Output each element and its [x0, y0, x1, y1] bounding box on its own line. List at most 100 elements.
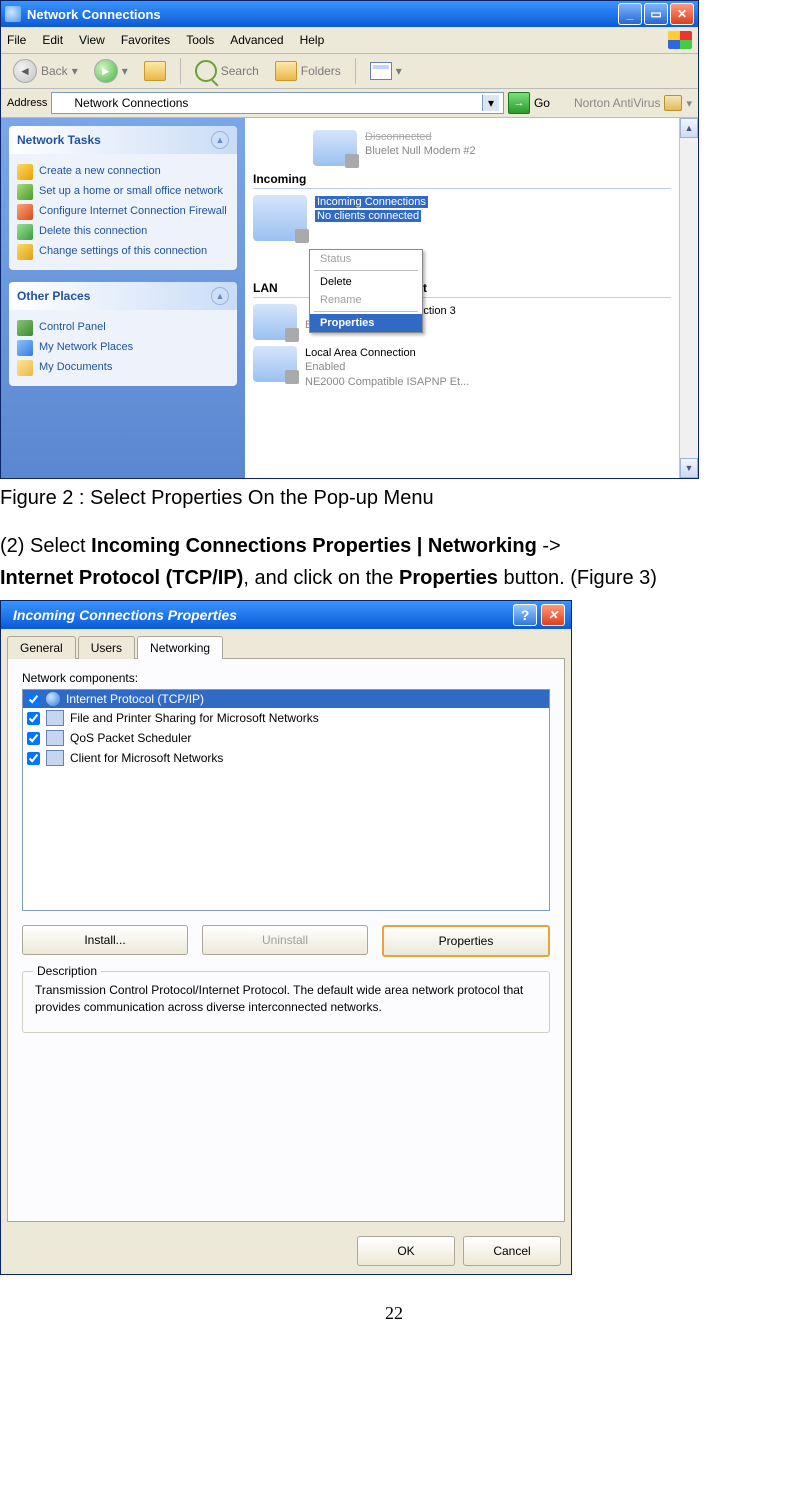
menu-edit[interactable]: Edit	[42, 33, 63, 47]
connection-item-modem[interactable]: Disconnected Bluelet Null Modem #2	[313, 130, 671, 166]
close-button[interactable]: ✕	[541, 604, 565, 626]
button-label: Cancel	[493, 1244, 530, 1258]
my-documents-icon	[17, 360, 33, 376]
maximize-button[interactable]: ▭	[644, 3, 668, 25]
instruction-text: (2) Select Incoming Connections Properti…	[0, 530, 788, 594]
scroll-up-button[interactable]: ▲	[680, 118, 698, 138]
menu-view[interactable]: View	[79, 33, 105, 47]
folders-button[interactable]: Folders	[269, 58, 347, 84]
help-button[interactable]: ?	[513, 604, 537, 626]
install-button[interactable]: Install...	[22, 925, 188, 955]
panel-header-other-places[interactable]: Other Places ▲	[9, 282, 237, 310]
scroll-down-button[interactable]: ▼	[680, 458, 698, 478]
group-header-incoming: Incoming	[253, 172, 671, 189]
norton-icon[interactable]	[664, 95, 682, 111]
place-label: My Documents	[39, 360, 112, 374]
component-qos[interactable]: QoS Packet Scheduler	[23, 728, 549, 748]
menu-file[interactable]: File	[7, 33, 26, 47]
connection-name: Incoming Connections	[315, 196, 428, 208]
back-button[interactable]: ◄Back ▾	[7, 56, 84, 86]
component-client-ms[interactable]: Client for Microsoft Networks	[23, 748, 549, 768]
vertical-scrollbar[interactable]: ▲ ▼	[679, 118, 698, 478]
search-button[interactable]: Search	[189, 57, 265, 85]
content-area[interactable]: Disconnected Bluelet Null Modem #2 Incom…	[245, 118, 679, 478]
place-my-network-places[interactable]: My Network Places	[17, 340, 229, 356]
lan-icon	[253, 346, 297, 382]
properties-dialog: Incoming Connections Properties ? ✕ Gene…	[0, 600, 572, 1275]
lan-icon	[253, 304, 297, 340]
button-label: Uninstall	[262, 933, 308, 947]
component-checkbox[interactable]	[27, 712, 40, 725]
task-label: Change settings of this connection	[39, 244, 207, 258]
search-label: Search	[221, 64, 259, 78]
group-lan-prefix: LAN	[253, 281, 278, 295]
component-label: QoS Packet Scheduler	[70, 731, 191, 745]
context-menu-properties[interactable]: Properties	[310, 314, 422, 332]
component-checkbox[interactable]	[27, 732, 40, 745]
task-change-settings[interactable]: Change settings of this connection	[17, 244, 229, 260]
network-client-icon	[46, 750, 64, 766]
norton-dropdown-icon[interactable]: ▾	[686, 97, 692, 110]
menu-tools[interactable]: Tools	[186, 33, 214, 47]
components-listbox[interactable]: Internet Protocol (TCP/IP) File and Prin…	[22, 689, 550, 911]
tab-users[interactable]: Users	[78, 636, 135, 659]
ok-button[interactable]: OK	[357, 1236, 455, 1266]
component-file-print[interactable]: File and Printer Sharing for Microsoft N…	[23, 708, 549, 728]
task-create-connection[interactable]: Create a new connection	[17, 164, 229, 180]
go-button[interactable]: →	[508, 92, 530, 114]
app-icon	[5, 6, 21, 22]
forward-button[interactable]: ► ▾	[88, 56, 134, 86]
globe-icon	[46, 692, 60, 706]
component-tcpip[interactable]: Internet Protocol (TCP/IP)	[23, 690, 549, 708]
task-home-network[interactable]: Set up a home or small office network	[17, 184, 229, 200]
text: , and click on the	[243, 567, 399, 589]
up-button[interactable]	[138, 58, 172, 84]
button-label: OK	[397, 1244, 414, 1258]
connection-item-lan-local[interactable]: Local Area Connection Enabled NE2000 Com…	[253, 346, 671, 389]
connection-name: Local Area Connection	[305, 346, 469, 360]
address-label: Address	[7, 97, 47, 109]
menu-advanced[interactable]: Advanced	[230, 33, 283, 47]
address-combo[interactable]: Network Connections ▾	[51, 92, 504, 114]
folders-label: Folders	[301, 64, 341, 78]
tab-networking[interactable]: Networking	[137, 636, 223, 659]
component-checkbox[interactable]	[27, 752, 40, 765]
figure-caption: Figure 2 : Select Properties On the Pop-…	[0, 487, 788, 510]
component-label: Client for Microsoft Networks	[70, 751, 223, 765]
task-delete-connection[interactable]: Delete this connection	[17, 224, 229, 240]
connection-adapter: NE2000 Compatible ISAPNP Et...	[305, 375, 469, 389]
component-checkbox[interactable]	[27, 693, 40, 706]
connection-status: Disconnected	[365, 130, 476, 144]
place-label: My Network Places	[39, 340, 133, 354]
address-icon	[56, 96, 70, 110]
connection-item-incoming[interactable]: Incoming Connections No clients connecte…	[253, 195, 671, 241]
cancel-button[interactable]: Cancel	[463, 1236, 561, 1266]
description-title: Description	[33, 964, 101, 978]
explorer-window: Network Connections _ ▭ ✕ File Edit View…	[0, 0, 699, 479]
panel-header-network-tasks[interactable]: Network Tasks ▲	[9, 126, 237, 154]
incoming-connection-icon	[253, 195, 307, 241]
connection-status: Enabled	[305, 360, 469, 374]
menu-help[interactable]: Help	[300, 33, 325, 47]
close-button[interactable]: ✕	[670, 3, 694, 25]
place-control-panel[interactable]: Control Panel	[17, 320, 229, 336]
address-dropdown-icon[interactable]: ▾	[482, 95, 499, 111]
uninstall-button: Uninstall	[202, 925, 368, 955]
properties-button[interactable]: Properties	[382, 925, 550, 957]
task-label: Set up a home or small office network	[39, 184, 223, 198]
context-menu-delete[interactable]: Delete	[310, 273, 422, 291]
dialog-titlebar[interactable]: Incoming Connections Properties ? ✕	[1, 601, 571, 629]
chevron-up-icon[interactable]: ▲	[211, 287, 229, 305]
gear-icon	[17, 244, 33, 260]
menu-favorites[interactable]: Favorites	[121, 33, 170, 47]
menubar: File Edit View Favorites Tools Advanced …	[1, 27, 698, 54]
chevron-up-icon[interactable]: ▲	[211, 131, 229, 149]
task-label: Create a new connection	[39, 164, 161, 178]
views-button[interactable]: ▾	[364, 59, 408, 83]
tab-general[interactable]: General	[7, 636, 76, 659]
minimize-button[interactable]: _	[618, 3, 642, 25]
place-my-documents[interactable]: My Documents	[17, 360, 229, 376]
titlebar[interactable]: Network Connections _ ▭ ✕	[1, 1, 698, 27]
task-firewall[interactable]: Configure Internet Connection Firewall	[17, 204, 229, 220]
components-label: Network components:	[22, 671, 550, 685]
